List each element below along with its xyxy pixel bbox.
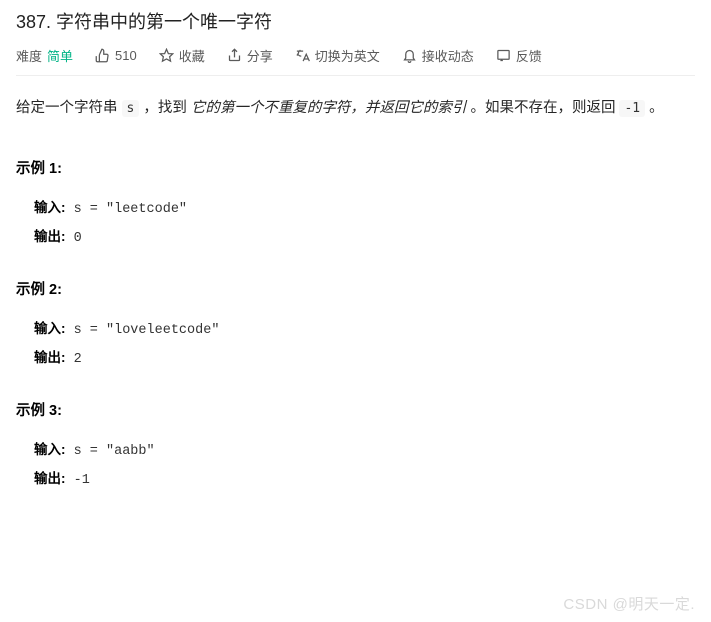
- difficulty: 难度 简单: [16, 46, 73, 65]
- problem-title: 387. 字符串中的第一个唯一字符: [16, 8, 695, 34]
- feedback-label: 反馈: [516, 46, 542, 65]
- star-icon: [159, 48, 174, 63]
- problem-content: 给定一个字符串 s ，找到 它的第一个不重复的字符，并返回它的索引 。如果不存在…: [0, 76, 711, 494]
- example-input: 输入: s = "leetcode": [34, 194, 695, 223]
- translate-icon: [295, 48, 310, 63]
- code-inline: -1: [619, 100, 645, 117]
- example-input: 输入: s = "aabb": [34, 436, 695, 465]
- watermark: CSDN @明天一定.: [563, 593, 695, 614]
- share-label: 分享: [247, 46, 273, 65]
- example-title: 示例 2:: [16, 278, 695, 299]
- favorite-button[interactable]: 收藏: [159, 46, 205, 65]
- favorite-label: 收藏: [179, 46, 205, 65]
- like-count: 510: [115, 48, 137, 63]
- notifications-label: 接收动态: [422, 46, 474, 65]
- notifications-button[interactable]: 接收动态: [402, 46, 474, 65]
- example-3: 示例 3: 输入: s = "aabb" 输出: -1: [16, 399, 695, 494]
- example-2: 示例 2: 输入: s = "loveleetcode" 输出: 2: [16, 278, 695, 373]
- thumbs-up-icon: [95, 48, 110, 63]
- example-input: 输入: s = "loveleetcode": [34, 315, 695, 344]
- example-output: 输出: 0: [34, 223, 695, 252]
- example-1: 示例 1: 输入: s = "leetcode" 输出: 0: [16, 157, 695, 252]
- feedback-button[interactable]: 反馈: [496, 46, 542, 65]
- switch-language-button[interactable]: 切换为英文: [295, 46, 380, 65]
- switch-language-label: 切换为英文: [315, 46, 380, 65]
- example-output: 输出: -1: [34, 465, 695, 494]
- problem-header: 387. 字符串中的第一个唯一字符 难度 简单 510 收藏 分享: [0, 0, 711, 75]
- meta-row: 难度 简单 510 收藏 分享 切换为英文: [16, 46, 695, 75]
- example-body: 输入: s = "loveleetcode" 输出: 2: [16, 315, 695, 373]
- difficulty-label: 难度: [16, 46, 42, 65]
- like-button[interactable]: 510: [95, 48, 137, 63]
- share-button[interactable]: 分享: [227, 46, 273, 65]
- example-output: 输出: 2: [34, 344, 695, 373]
- example-body: 输入: s = "leetcode" 输出: 0: [16, 194, 695, 252]
- example-body: 输入: s = "aabb" 输出: -1: [16, 436, 695, 494]
- example-title: 示例 1:: [16, 157, 695, 178]
- problem-description: 给定一个字符串 s ，找到 它的第一个不重复的字符，并返回它的索引 。如果不存在…: [16, 94, 695, 123]
- share-icon: [227, 48, 242, 63]
- code-inline: s: [122, 100, 140, 117]
- feedback-icon: [496, 48, 511, 63]
- bell-icon: [402, 48, 417, 63]
- difficulty-value: 简单: [47, 46, 73, 65]
- example-title: 示例 3:: [16, 399, 695, 420]
